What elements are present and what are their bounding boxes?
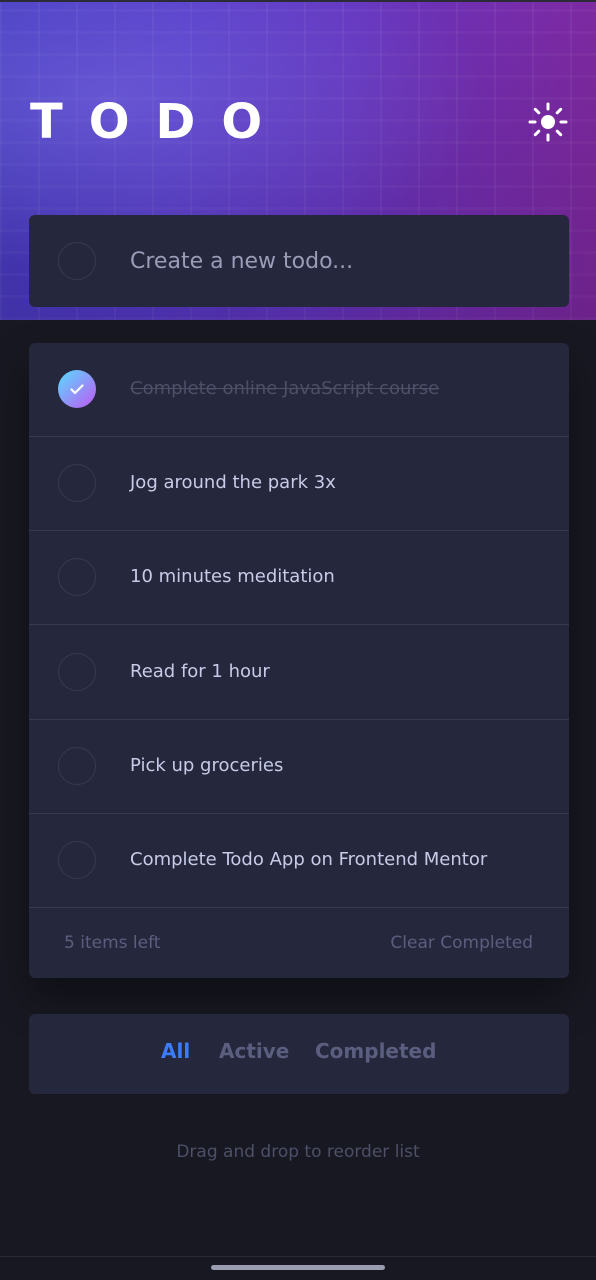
clear-completed-button[interactable]: Clear Completed [390, 933, 533, 953]
filter-bar: All Active Completed [29, 1014, 569, 1094]
new-todo-card [29, 215, 569, 307]
sun-icon [528, 102, 568, 142]
todo-text: Jog around the park 3x [130, 472, 336, 493]
todo-checkbox[interactable] [58, 841, 96, 879]
app-title: TODO [30, 94, 289, 150]
new-todo-input[interactable] [130, 237, 540, 285]
filter-completed-button[interactable]: Completed [315, 1039, 436, 1063]
todo-item[interactable]: Pick up groceries [29, 720, 569, 814]
list-footer: 5 items left Clear Completed [29, 909, 569, 978]
todo-text: Complete online JavaScript course [130, 378, 440, 399]
theme-toggle-button[interactable] [526, 100, 570, 144]
reorder-hint: Drag and drop to reorder list [176, 1142, 420, 1162]
todo-checkbox[interactable] [58, 558, 96, 596]
todo-text: Pick up groceries [130, 755, 284, 776]
home-indicator[interactable] [211, 1265, 385, 1270]
todo-checkbox[interactable] [58, 653, 96, 691]
todo-text: Complete Todo App on Frontend Mentor [130, 849, 488, 870]
todo-text: Read for 1 hour [130, 661, 270, 682]
todo-item[interactable]: 10 minutes meditation [29, 531, 569, 625]
todo-item[interactable]: Jog around the park 3x [29, 437, 569, 531]
todo-item[interactable]: Complete online JavaScript course [29, 343, 569, 437]
todo-checkbox-checked[interactable] [58, 370, 96, 408]
new-todo-checkbox[interactable] [58, 242, 96, 280]
todo-list: Complete online JavaScript course Jog ar… [29, 343, 569, 978]
todo-checkbox[interactable] [58, 747, 96, 785]
filter-active-button[interactable]: Active [219, 1039, 289, 1063]
todo-item[interactable]: Complete Todo App on Frontend Mentor [29, 814, 569, 908]
nav-bar-divider [0, 1256, 596, 1257]
items-left-count: 5 items left [64, 933, 161, 953]
todo-item[interactable]: Read for 1 hour [29, 626, 569, 720]
check-icon [70, 383, 84, 394]
filter-all-button[interactable]: All [161, 1039, 190, 1063]
todo-checkbox[interactable] [58, 464, 96, 502]
todo-text: 10 minutes meditation [130, 566, 335, 587]
